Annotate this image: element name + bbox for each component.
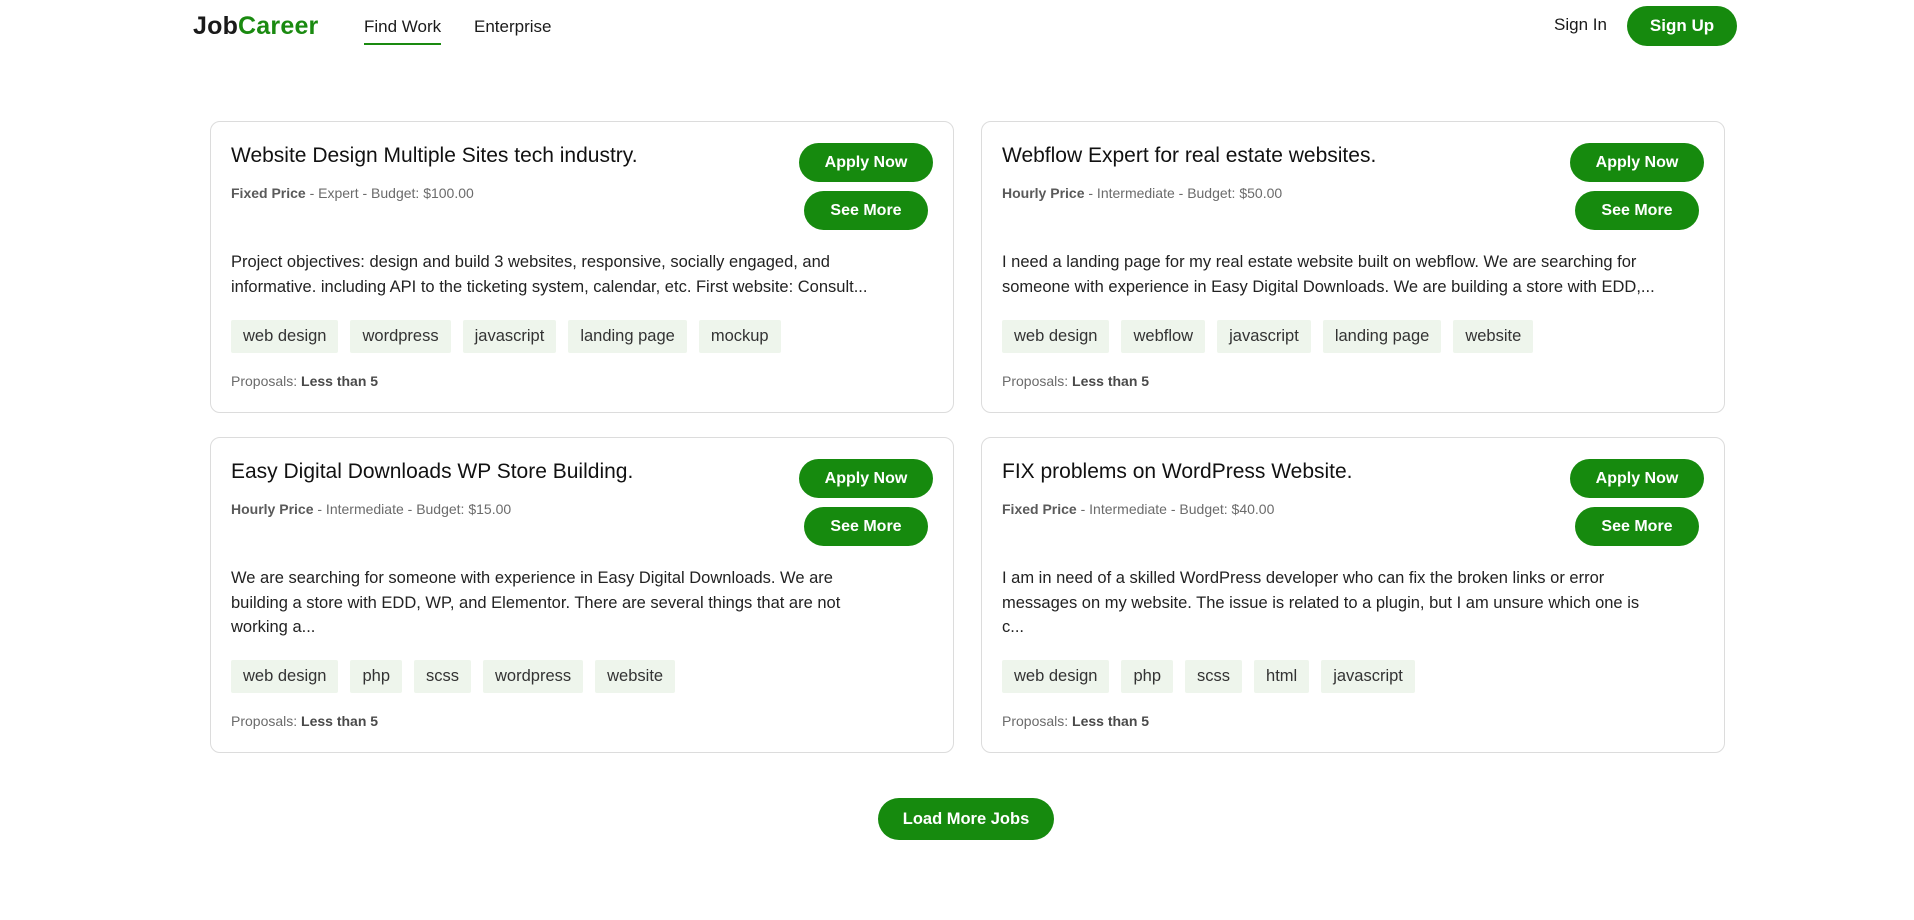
description-line: working a... — [231, 618, 316, 636]
see-more-button[interactable]: See More — [804, 507, 928, 546]
tag-list: web design webflow javascript landing pa… — [1002, 320, 1534, 353]
proposals-count: Proposals: Less than 5 — [231, 713, 378, 729]
description-line: I am in need of a skilled WordPress deve… — [1002, 569, 1605, 587]
skill-tag[interactable]: mockup — [698, 320, 781, 353]
description-line: c... — [1002, 618, 1025, 636]
proposals-label: Proposals: — [231, 713, 298, 729]
description-line: informative. including API to the ticket… — [231, 277, 868, 296]
job-title: FIX problems on WordPress Website. — [1002, 460, 1353, 483]
nav-enterprise[interactable]: Enterprise — [474, 17, 551, 43]
job-card: Webflow Expert for real estate websites.… — [981, 121, 1725, 413]
job-meta: Hourly Price - Intermediate - Budget: $1… — [231, 501, 511, 517]
description-line: messages on my website. The issue is rel… — [1002, 593, 1640, 612]
level-budget: - Intermediate - Budget: $40.00 — [1076, 501, 1275, 517]
logo-text-career: Career — [238, 12, 319, 40]
apply-now-button[interactable]: Apply Now — [1570, 459, 1704, 498]
apply-now-button[interactable]: Apply Now — [1570, 143, 1704, 182]
sign-in-link[interactable]: Sign In — [1554, 15, 1607, 35]
proposals-count: Proposals: Less than 5 — [1002, 713, 1149, 729]
skill-tag[interactable]: javascript — [1321, 660, 1415, 693]
skill-tag[interactable]: landing page — [1322, 320, 1442, 353]
logo[interactable]: JobCareer — [193, 12, 318, 41]
job-description: I need a landing page for my real estate… — [1002, 250, 1702, 299]
see-more-button[interactable]: See More — [804, 191, 928, 230]
load-more-jobs-button[interactable]: Load More Jobs — [878, 798, 1054, 840]
proposals-label: Proposals: — [1002, 373, 1069, 389]
see-more-button[interactable]: See More — [1575, 507, 1699, 546]
skill-tag[interactable]: php — [1121, 660, 1174, 693]
skill-tag[interactable]: html — [1254, 660, 1310, 693]
job-card: Website Design Multiple Sites tech indus… — [210, 121, 954, 413]
description-line: Project objectives: design and build 3 w… — [231, 253, 830, 271]
tag-list: web design wordpress javascript landing … — [231, 320, 781, 353]
price-type: Fixed Price — [231, 185, 306, 201]
level-budget: - Expert - Budget: $100.00 — [305, 185, 474, 201]
skill-tag[interactable]: landing page — [568, 320, 687, 353]
skill-tag[interactable]: web design — [231, 660, 339, 693]
description-line: someone with experience in Easy Digital … — [1002, 277, 1655, 296]
proposals-value: Less than 5 — [1072, 373, 1150, 389]
job-description: Project objectives: design and build 3 w… — [231, 250, 931, 299]
proposals-label: Proposals: — [1002, 713, 1069, 729]
skill-tag[interactable]: scss — [414, 660, 472, 693]
skill-tag[interactable]: web design — [1002, 320, 1110, 353]
job-description: I am in need of a skilled WordPress deve… — [1002, 566, 1702, 640]
skill-tag[interactable]: javascript — [1217, 320, 1311, 353]
see-more-button[interactable]: See More — [1575, 191, 1699, 230]
skill-tag[interactable]: php — [350, 660, 403, 693]
job-card: Easy Digital Downloads WP Store Building… — [210, 437, 954, 753]
level-budget: - Intermediate - Budget: $15.00 — [313, 501, 512, 517]
skill-tag[interactable]: web design — [1002, 660, 1110, 693]
proposals-count: Proposals: Less than 5 — [231, 373, 378, 389]
job-meta: Fixed Price - Expert - Budget: $100.00 — [231, 185, 474, 201]
description-line: I need a landing page for my real estate… — [1002, 253, 1637, 271]
skill-tag[interactable]: web design — [231, 320, 339, 353]
proposals-value: Less than 5 — [301, 373, 379, 389]
description-line: We are searching for someone with experi… — [231, 569, 833, 587]
proposals-value: Less than 5 — [301, 713, 379, 729]
proposals-value: Less than 5 — [1072, 713, 1150, 729]
sign-up-button[interactable]: Sign Up — [1627, 6, 1737, 46]
skill-tag[interactable]: webflow — [1121, 320, 1206, 353]
job-card: FIX problems on WordPress Website. Fixed… — [981, 437, 1725, 753]
logo-text-job: Job — [193, 12, 239, 40]
proposals-count: Proposals: Less than 5 — [1002, 373, 1149, 389]
skill-tag[interactable]: website — [1453, 320, 1534, 353]
tag-list: web design php scss wordpress website — [231, 660, 676, 693]
proposals-label: Proposals: — [231, 373, 298, 389]
apply-now-button[interactable]: Apply Now — [799, 143, 933, 182]
job-title: Webflow Expert for real estate websites. — [1002, 144, 1377, 167]
price-type: Hourly Price — [1002, 185, 1085, 201]
skill-tag[interactable]: scss — [1185, 660, 1243, 693]
job-meta: Hourly Price - Intermediate - Budget: $5… — [1002, 185, 1282, 201]
description-line: building a store with EDD, WP, and Eleme… — [231, 593, 841, 612]
job-description: We are searching for someone with experi… — [231, 566, 931, 640]
job-title: Easy Digital Downloads WP Store Building… — [231, 460, 634, 483]
price-type: Hourly Price — [231, 501, 314, 517]
job-title: Website Design Multiple Sites tech indus… — [231, 144, 638, 167]
skill-tag[interactable]: wordpress — [350, 320, 451, 353]
top-navbar: JobCareer Find Work Enterprise Sign In S… — [0, 0, 1914, 54]
nav-find-work[interactable]: Find Work — [364, 17, 442, 45]
tag-list: web design php scss html javascript — [1002, 660, 1415, 693]
level-budget: - Intermediate - Budget: $50.00 — [1084, 185, 1283, 201]
job-meta: Fixed Price - Intermediate - Budget: $40… — [1002, 501, 1274, 517]
skill-tag[interactable]: wordpress — [483, 660, 584, 693]
skill-tag[interactable]: website — [595, 660, 676, 693]
apply-now-button[interactable]: Apply Now — [799, 459, 933, 498]
skill-tag[interactable]: javascript — [462, 320, 557, 353]
price-type: Fixed Price — [1002, 501, 1077, 517]
